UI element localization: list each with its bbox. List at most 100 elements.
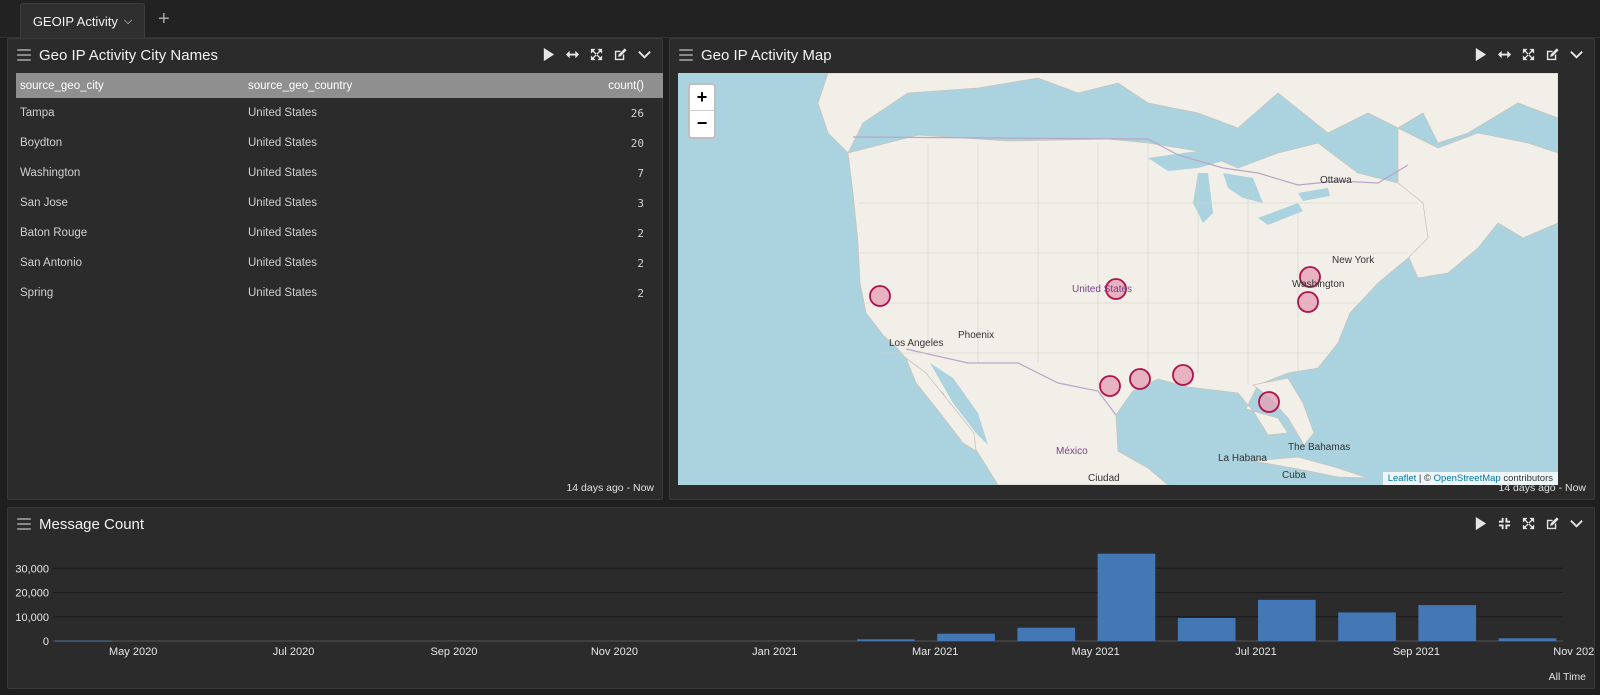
- tab-label: GEOIP Activity: [32, 13, 118, 29]
- compress-icon[interactable]: [1497, 516, 1512, 531]
- city-cell: San Jose: [20, 197, 68, 209]
- count-cell: 20: [630, 136, 644, 150]
- geo-map-panel: Geo IP Activity Map Ottawa New York Wash…: [669, 38, 1595, 500]
- panel-title: Geo IP Activity City Names: [39, 46, 218, 64]
- panel-actions: [541, 47, 652, 62]
- column-header-country[interactable]: source_geo_country: [248, 80, 578, 92]
- table-row[interactable]: Baton Rouge United States 2: [16, 218, 663, 248]
- chevron-down-icon[interactable]: [1569, 516, 1584, 531]
- bar[interactable]: [1177, 618, 1236, 641]
- city-names-panel: Geo IP Activity City Names source_geo_ci…: [7, 38, 663, 500]
- hamburger-icon[interactable]: [17, 49, 31, 61]
- column-header-count[interactable]: count(): [578, 80, 648, 92]
- table-row[interactable]: Tampa United States 26: [16, 98, 663, 128]
- x-tick-label: Nov 2020: [591, 646, 638, 658]
- table-row[interactable]: Washington United States 7: [16, 158, 663, 188]
- bar[interactable]: [1258, 599, 1316, 641]
- bar[interactable]: [1338, 612, 1396, 641]
- bar[interactable]: [937, 633, 995, 641]
- panel-actions: [1473, 47, 1584, 62]
- y-tick-label: 30,000: [15, 563, 49, 575]
- label-los-angeles: Los Angeles: [889, 338, 944, 349]
- y-tick-label: 0: [43, 636, 49, 648]
- dashboard-tab-bar: GEOIP Activity ⌵ +: [0, 0, 1600, 38]
- edit-icon[interactable]: [613, 47, 628, 62]
- country-cell: United States: [248, 257, 318, 269]
- table-row[interactable]: San Jose United States 3: [16, 188, 663, 218]
- table-row[interactable]: Boydton United States 20: [16, 128, 663, 158]
- y-tick-label: 20,000: [15, 588, 49, 600]
- hamburger-icon[interactable]: [679, 49, 693, 61]
- x-tick-label: Nov 2021: [1553, 646, 1594, 658]
- zoom-out-button[interactable]: −: [690, 111, 714, 137]
- map-canvas[interactable]: Ottawa New York Washington United States…: [678, 73, 1558, 485]
- x-tick-label: Sep 2021: [1393, 646, 1440, 658]
- bar[interactable]: [1097, 553, 1156, 641]
- leaflet-link[interactable]: Leaflet: [1388, 473, 1417, 484]
- add-tab-button[interactable]: +: [158, 8, 170, 30]
- timerange-label: 14 days ago - Now: [1498, 482, 1586, 494]
- label-ciudad: Ciudad: [1088, 473, 1120, 484]
- country-cell: United States: [248, 197, 318, 209]
- panel-header: Geo IP Activity City Names: [8, 39, 662, 71]
- tab-geoip-activity[interactable]: GEOIP Activity ⌵: [20, 3, 145, 38]
- edit-icon[interactable]: [1545, 516, 1560, 531]
- bar[interactable]: [1498, 638, 1557, 641]
- label-united-states: United States: [1072, 284, 1132, 295]
- table-row[interactable]: Spring United States 2: [16, 278, 663, 308]
- chevron-down-icon[interactable]: ⌵: [124, 15, 132, 28]
- table-row[interactable]: San Antonio United States 2: [16, 248, 663, 278]
- expand-width-icon[interactable]: [1497, 47, 1512, 62]
- bar[interactable]: [857, 639, 915, 641]
- x-tick-label: May 2021: [1071, 646, 1119, 658]
- fullscreen-icon[interactable]: [589, 47, 604, 62]
- timerange-label: All Time: [1548, 671, 1586, 683]
- attribution-separator: | ©: [1416, 473, 1434, 484]
- play-icon[interactable]: [1473, 516, 1488, 531]
- country-cell: United States: [248, 227, 318, 239]
- country-cell: United States: [248, 287, 318, 299]
- land-cuba: [1252, 456, 1369, 479]
- fullscreen-icon[interactable]: [1521, 47, 1536, 62]
- marker-baton-rouge: [1172, 364, 1194, 386]
- label-ottawa: Ottawa: [1320, 175, 1352, 186]
- count-cell: 26: [630, 106, 644, 120]
- bar[interactable]: [55, 640, 113, 642]
- panel-title: Message Count: [39, 515, 145, 533]
- expand-width-icon[interactable]: [565, 47, 580, 62]
- bar[interactable]: [1017, 627, 1076, 641]
- country-cell: United States: [248, 167, 318, 179]
- x-tick-label: Sep 2020: [430, 646, 477, 658]
- chevron-down-icon[interactable]: [637, 47, 652, 62]
- osm-link[interactable]: OpenStreetMap: [1434, 473, 1501, 484]
- map-tiles: Ottawa New York Washington United States…: [817, 73, 1558, 485]
- marker-san-antonio: [1099, 375, 1121, 397]
- zoom-control: + −: [688, 83, 716, 139]
- zoom-in-button[interactable]: +: [690, 85, 714, 111]
- label-new-york: New York: [1332, 255, 1375, 266]
- table-header: source_geo_city source_geo_country count…: [16, 73, 663, 98]
- marker-tampa: [1258, 391, 1280, 413]
- land-florida: [1252, 377, 1315, 446]
- label-mexico: México: [1056, 446, 1088, 457]
- play-icon[interactable]: [541, 47, 556, 62]
- count-cell: 2: [637, 286, 644, 300]
- chevron-down-icon[interactable]: [1569, 47, 1584, 62]
- x-tick-label: Jan 2021: [752, 646, 797, 658]
- city-cell: Spring: [20, 287, 54, 299]
- message-count-chart: 0 10,000 20,000 30,000 May 2020 Jul 2020 Sep 2…: [15, 553, 1594, 658]
- label-la-habana: La Habana: [1218, 453, 1267, 464]
- panel-actions: [1473, 516, 1584, 531]
- count-cell: 2: [637, 256, 644, 270]
- count-cell: 7: [637, 166, 644, 180]
- fullscreen-icon[interactable]: [1521, 516, 1536, 531]
- bar[interactable]: [1418, 605, 1477, 641]
- panel-header: Message Count: [8, 508, 1594, 540]
- hamburger-icon[interactable]: [17, 518, 31, 530]
- land-usa-mexico: [847, 134, 1429, 485]
- play-icon[interactable]: [1473, 47, 1488, 62]
- edit-icon[interactable]: [1545, 47, 1560, 62]
- city-cell: Tampa: [20, 107, 55, 119]
- column-header-city[interactable]: source_geo_city: [16, 80, 248, 92]
- country-cell: United States: [248, 107, 318, 119]
